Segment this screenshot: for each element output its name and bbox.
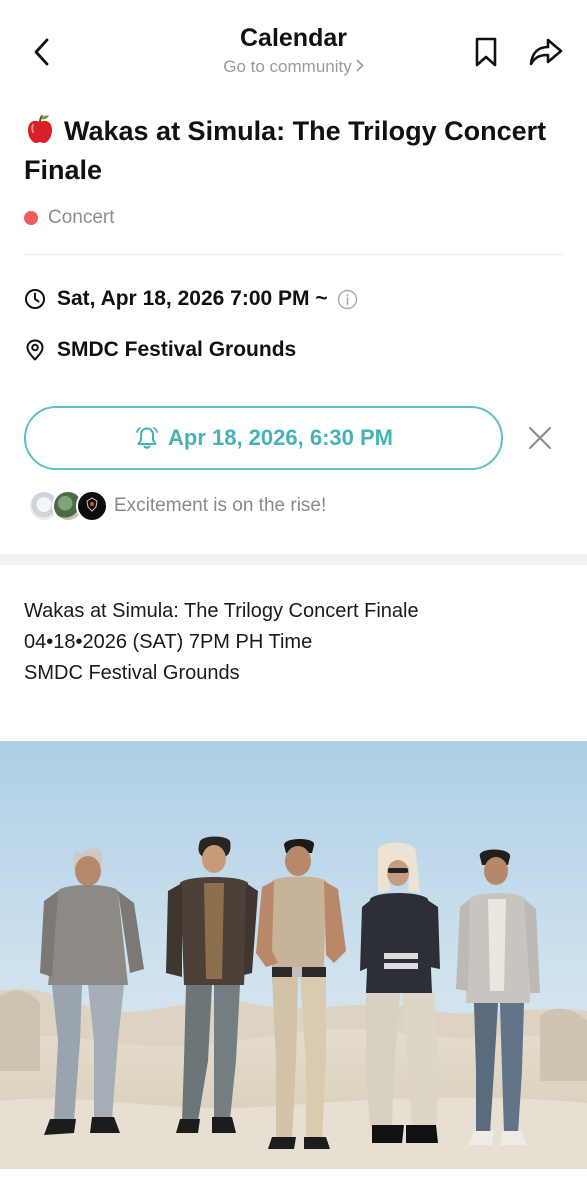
go-to-community-label: Go to community	[223, 57, 352, 76]
reminder-label: Apr 18, 2026, 6:30 PM	[167, 425, 393, 450]
avatar	[76, 490, 108, 522]
event-datetime-row: Sat, Apr 18, 2026 7:00 PM ~	[24, 285, 358, 313]
close-icon	[528, 426, 552, 450]
share-arrow-icon	[529, 38, 563, 66]
remove-reminder-button[interactable]	[524, 422, 556, 454]
category-tag: Concert	[24, 206, 115, 230]
event-datetime: Sat, Apr 18, 2026 7:00 PM ~	[57, 287, 328, 310]
event-title: Wakas at Simula: The Trilogy Concert Fin…	[24, 116, 547, 185]
description-line: 04•18•2026 (SAT) 7PM PH Time	[24, 631, 313, 653]
bookmark-button[interactable]	[466, 30, 506, 74]
event-description: Wakas at Simula: The Trilogy Concert Fin…	[24, 596, 569, 689]
location-pin-icon	[24, 339, 46, 361]
category-label: Concert	[48, 207, 115, 228]
bookmark-icon	[475, 37, 497, 67]
event-location-row[interactable]: SMDC Festival Grounds	[24, 336, 296, 364]
clock-icon	[24, 288, 46, 310]
share-button[interactable]	[524, 30, 568, 74]
top-nav-bar: Calendar Go to community	[0, 0, 587, 100]
chevron-right-icon	[356, 57, 364, 77]
bell-icon	[136, 427, 158, 449]
event-poster-image[interactable]	[0, 741, 587, 1169]
attendee-avatars[interactable]	[28, 490, 112, 522]
section-separator	[0, 554, 587, 565]
event-title-block: Wakas at Simula: The Trilogy Concert Fin…	[24, 112, 564, 190]
info-icon[interactable]	[337, 289, 358, 310]
description-line: SMDC Festival Grounds	[24, 662, 240, 684]
section-divider	[24, 254, 563, 255]
category-color-dot	[24, 211, 38, 225]
excitement-message: Excitement is on the rise!	[114, 495, 327, 516]
apple-emoji-icon	[28, 115, 52, 143]
description-line: Wakas at Simula: The Trilogy Concert Fin…	[24, 600, 419, 622]
reminder-button[interactable]: Apr 18, 2026, 6:30 PM	[24, 406, 503, 470]
event-location: SMDC Festival Grounds	[57, 338, 297, 361]
group-photo-illustration	[0, 741, 587, 1169]
